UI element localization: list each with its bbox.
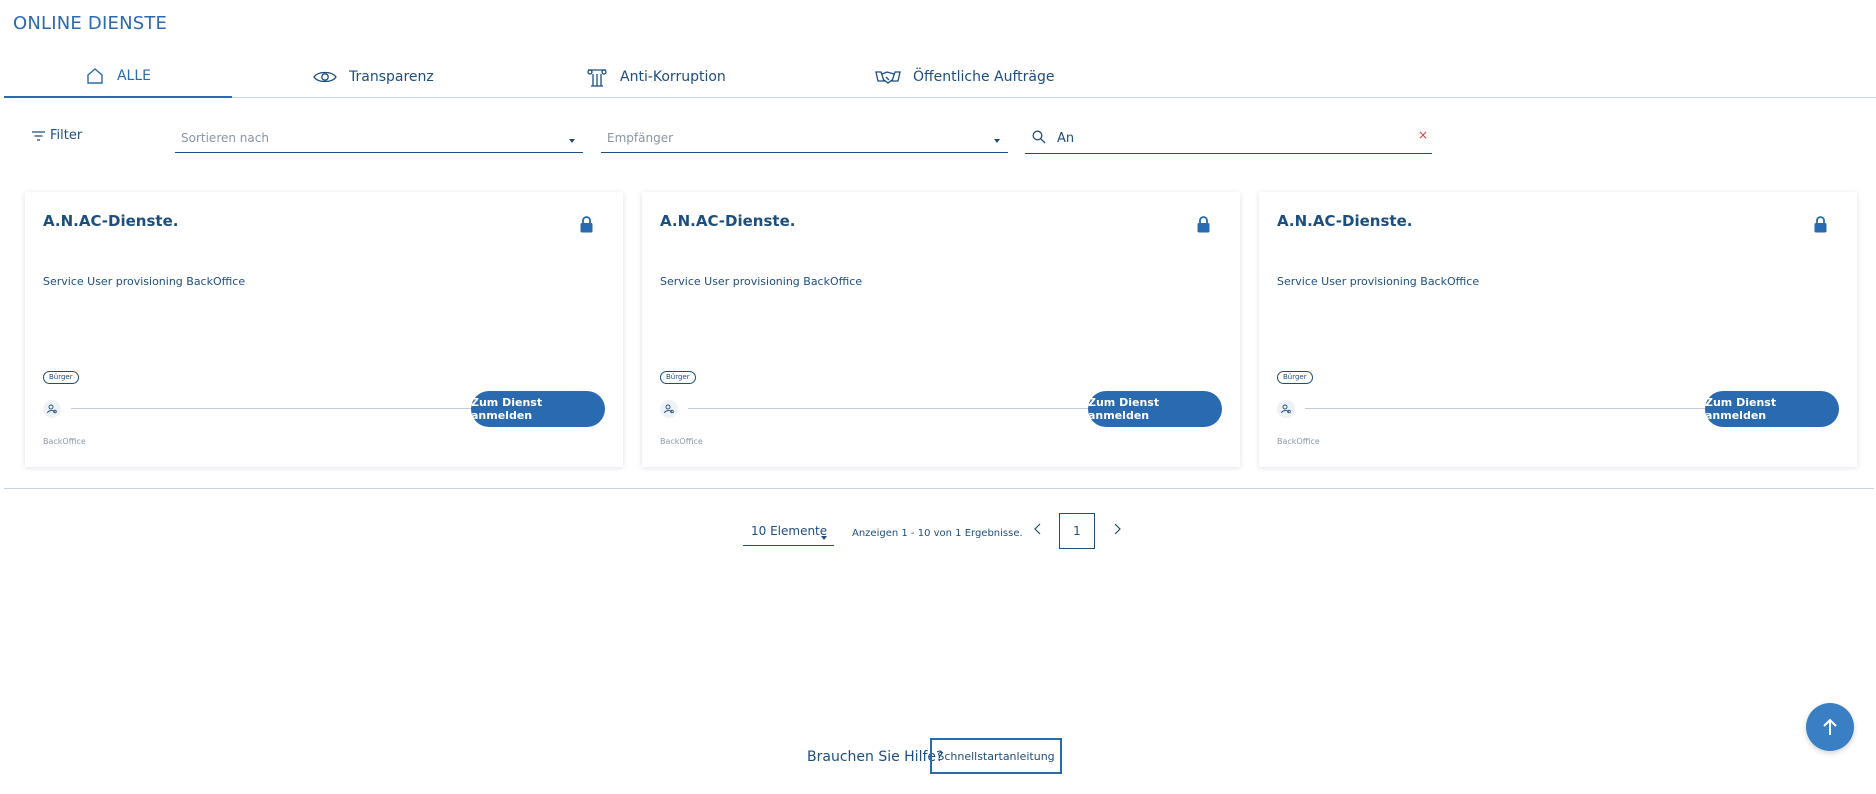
clear-icon[interactable]: × xyxy=(1418,128,1428,142)
column-icon xyxy=(587,69,607,87)
results-info: Anzeigen 1 - 10 von 1 Ergebnisse. xyxy=(852,528,1023,539)
lock-icon xyxy=(1197,216,1210,233)
search-icon xyxy=(1032,130,1046,144)
page-size-select[interactable]: 10 Elemente xyxy=(743,524,834,546)
filter-bar: Filter Sortieren nach Empfänger × xyxy=(0,118,1876,154)
chevron-right-icon[interactable] xyxy=(1112,522,1122,536)
tab-anti-korruption[interactable]: Anti-Korruption xyxy=(586,56,726,98)
chevron-down-icon xyxy=(821,536,827,540)
owner-label: BackOffice xyxy=(660,437,703,446)
search-field: × xyxy=(1025,122,1432,154)
sort-placeholder: Sortieren nach xyxy=(181,131,269,145)
owner-label: BackOffice xyxy=(1277,437,1320,446)
tab-label: Anti-Korruption xyxy=(620,69,726,85)
handshake-icon xyxy=(875,71,901,84)
help-label: Brauchen Sie Hilfe? xyxy=(807,749,944,765)
tab-alle[interactable]: ALLE xyxy=(4,56,232,98)
service-card: A.N.AC-Dienste. Service User provisionin… xyxy=(1259,192,1857,467)
card-title: A.N.AC-Dienste. xyxy=(43,212,179,230)
service-cards: A.N.AC-Dienste. Service User provisionin… xyxy=(0,192,1876,468)
filter-label: Filter xyxy=(50,128,83,143)
home-icon xyxy=(87,68,103,84)
recipient-select[interactable]: Empfänger xyxy=(601,127,1008,153)
tab-transparenz[interactable]: Transparenz xyxy=(313,56,434,98)
user-settings-icon xyxy=(43,400,61,418)
sort-select[interactable]: Sortieren nach xyxy=(175,127,583,153)
login-service-button[interactable]: Zum Dienst anmelden xyxy=(1705,391,1839,427)
owner-label: BackOffice xyxy=(43,437,86,446)
filter-button[interactable]: Filter xyxy=(32,128,82,143)
user-settings-icon xyxy=(1277,400,1295,418)
chevron-down-icon xyxy=(569,139,575,143)
category-badge: Bürger xyxy=(43,371,79,384)
login-service-button[interactable]: Zum Dienst anmelden xyxy=(1088,391,1222,427)
lock-icon xyxy=(580,216,593,233)
arrow-up-icon xyxy=(1823,718,1837,735)
card-title: A.N.AC-Dienste. xyxy=(1277,212,1413,230)
login-service-button[interactable]: Zum Dienst anmelden xyxy=(471,391,605,427)
card-title: A.N.AC-Dienste. xyxy=(660,212,796,230)
divider-line xyxy=(1305,408,1715,409)
card-description: Service User provisioning BackOffice xyxy=(1277,275,1480,288)
page-button-current[interactable]: 1 xyxy=(1059,513,1095,549)
lock-icon xyxy=(1814,216,1827,233)
scroll-to-top-button[interactable] xyxy=(1806,703,1854,751)
search-input[interactable] xyxy=(1057,126,1397,150)
service-card: A.N.AC-Dienste. Service User provisionin… xyxy=(25,192,623,467)
tab-label: Transparenz xyxy=(349,69,434,85)
tab-bar: ALLE Transparenz Anti-Korruption Öffentl… xyxy=(4,56,1876,98)
pagination: 10 Elemente Anzeigen 1 - 10 von 1 Ergebn… xyxy=(0,510,1876,550)
recipient-placeholder: Empfänger xyxy=(607,131,674,145)
section-divider xyxy=(4,488,1874,489)
help-section: Brauchen Sie Hilfe? Schnellstartanleitun… xyxy=(0,738,1876,776)
chevron-left-icon[interactable] xyxy=(1033,522,1043,536)
divider-line xyxy=(71,408,481,409)
page-size-label: 10 Elemente xyxy=(751,524,828,538)
quickstart-guide-button[interactable]: Schnellstartanleitung xyxy=(930,738,1062,774)
tab-label: ALLE xyxy=(116,68,152,84)
tab-oeffentliche-auftraege[interactable]: Öffentliche Aufträge xyxy=(875,56,1055,98)
user-settings-icon xyxy=(660,400,678,418)
card-description: Service User provisioning BackOffice xyxy=(43,275,246,288)
divider-line xyxy=(688,408,1098,409)
filter-icon xyxy=(32,130,45,141)
chevron-down-icon xyxy=(994,139,1000,143)
service-card: A.N.AC-Dienste. Service User provisionin… xyxy=(642,192,1240,467)
page-title: ONLINE DIENSTE xyxy=(13,13,168,34)
tab-label: Öffentliche Aufträge xyxy=(913,69,1055,85)
category-badge: Bürger xyxy=(660,371,696,384)
eye-icon xyxy=(313,71,337,83)
category-badge: Bürger xyxy=(1277,371,1313,384)
card-description: Service User provisioning BackOffice xyxy=(660,275,863,288)
